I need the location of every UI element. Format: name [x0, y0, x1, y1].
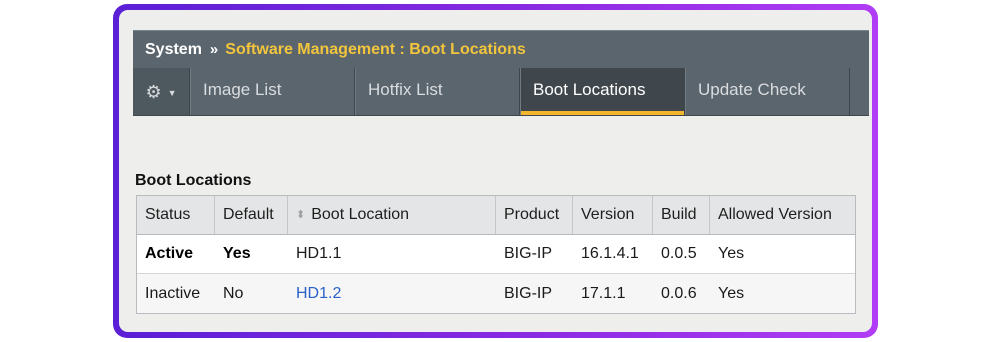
column-header-default: Default [215, 196, 288, 234]
build-cell: 0.0.5 [661, 245, 697, 262]
boot-location-cell: HD1.2 [288, 274, 496, 313]
default-cell: No [223, 284, 244, 302]
app-panel: System » Software Management : Boot Loca… [119, 10, 872, 332]
default-cell: Yes [223, 245, 251, 262]
boot-location-cell: HD1.1 [296, 245, 342, 262]
column-header-version: Version [573, 196, 653, 234]
tab-hotfix-list[interactable]: Hotfix List [355, 68, 520, 115]
table-header-row: Status Default ⬍ Boot Location Product V… [137, 196, 855, 235]
allowed-version-cell: Yes [718, 245, 745, 262]
chevron-down-icon: ▼ [167, 87, 177, 98]
status-cell: Inactive [145, 284, 201, 302]
column-header-build: Build [653, 196, 710, 234]
breadcrumb-current: Software Management : Boot Locations [225, 40, 526, 58]
breadcrumb-root[interactable]: System [145, 41, 202, 59]
breadcrumb: System » Software Management : Boot Loca… [133, 30, 869, 68]
tab-bar: ⚙ ▼ Image List Hotfix List Boot Location… [133, 68, 869, 116]
sort-icon: ⬍ [296, 208, 306, 221]
breadcrumb-separator: » [209, 41, 219, 58]
window-frame: System » Software Management : Boot Loca… [113, 4, 878, 338]
product-cell: BIG-IP [504, 245, 553, 262]
allowed-version-cell: Yes [718, 284, 745, 302]
column-header-status: Status [137, 196, 215, 234]
tab-label: Boot Locations [533, 80, 646, 99]
boot-location-link[interactable]: HD1.2 [296, 285, 341, 303]
build-cell: 0.0.6 [661, 284, 697, 302]
column-header-allowed-version: Allowed Version [718, 206, 832, 223]
table-row: Active Yes HD1.1 BIG-IP 16.1.4.1 0.0.5 Y… [137, 235, 855, 274]
column-header-boot-location[interactable]: ⬍ Boot Location [288, 196, 496, 234]
boot-locations-table: Status Default ⬍ Boot Location Product V… [136, 195, 856, 314]
gear-icon: ⚙ [145, 81, 162, 102]
status-cell: Active [145, 245, 194, 262]
tab-image-list[interactable]: Image List [190, 68, 355, 115]
column-header-product: Product [496, 196, 573, 234]
tab-label: Update Check [698, 80, 806, 99]
tab-label: Image List [203, 80, 282, 99]
table-row: Inactive No HD1.2 BIG-IP 17.1.1 0.0.6 Ye… [137, 274, 855, 313]
column-header-label: Boot Location [311, 206, 410, 223]
version-cell: 17.1.1 [581, 284, 626, 302]
tab-update-check[interactable]: Update Check [685, 68, 850, 115]
tab-boot-locations[interactable]: Boot Locations [520, 68, 685, 115]
tab-label: Hotfix List [368, 80, 443, 99]
product-cell: BIG-IP [504, 284, 553, 302]
section-title: Boot Locations [135, 172, 252, 189]
tab-menu-button[interactable]: ⚙ ▼ [133, 68, 190, 115]
version-cell: 16.1.4.1 [581, 245, 639, 262]
